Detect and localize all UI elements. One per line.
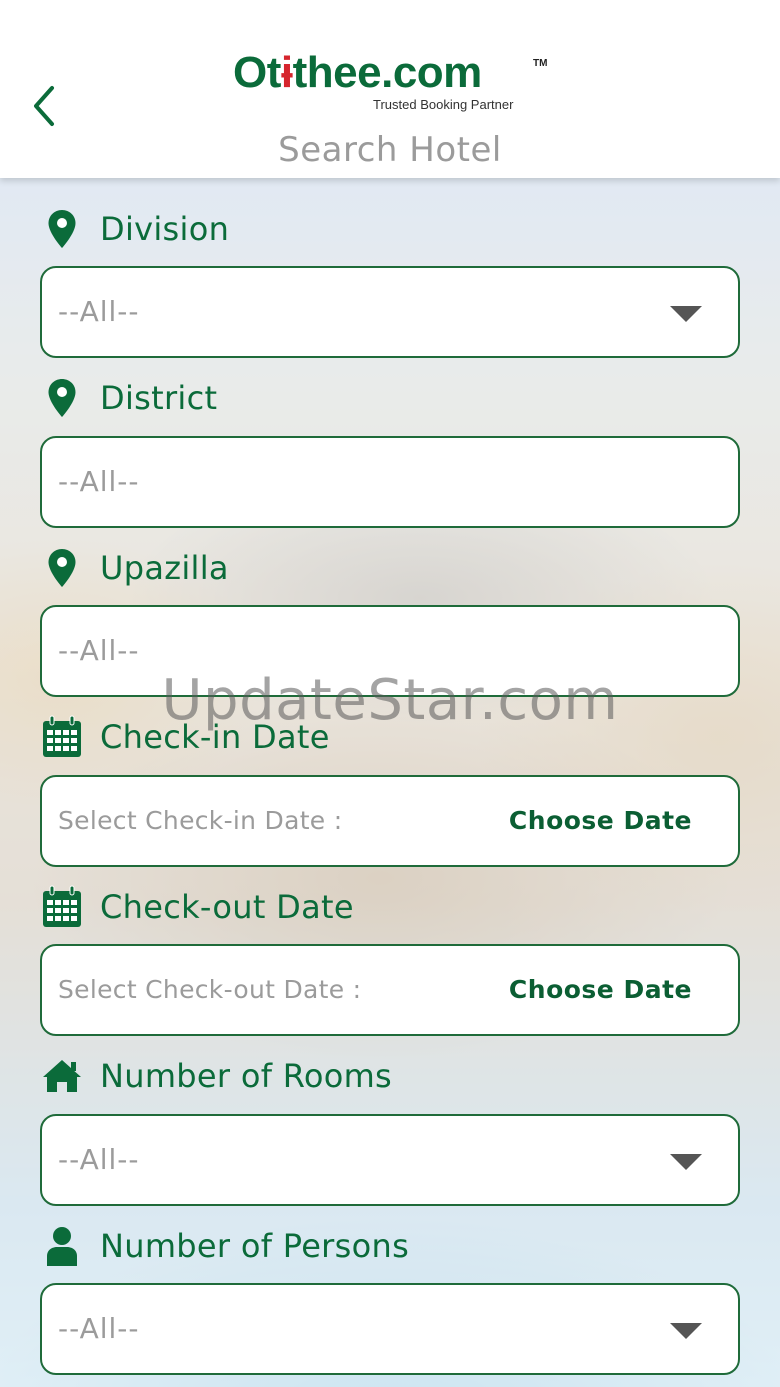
division-label-row: Division (40, 203, 229, 255)
watermark-text: UpdateStar.com (161, 668, 619, 733)
persons-select[interactable]: --All-- (40, 1283, 740, 1375)
chevron-left-icon (34, 86, 54, 126)
calendar-icon (40, 885, 84, 929)
rooms-select[interactable]: --All-- (40, 1114, 740, 1206)
checkout-choose-date-button[interactable]: Choose Date (509, 946, 692, 1034)
rooms-label: Number of Rooms (100, 1057, 393, 1095)
page-title: Search Hotel (278, 130, 502, 170)
chevron-down-icon (670, 1323, 702, 1339)
back-button[interactable] (22, 80, 66, 132)
division-label: Division (100, 210, 230, 248)
rooms-value: --All-- (58, 1143, 140, 1176)
division-value: --All-- (58, 295, 140, 328)
district-value: --All-- (58, 465, 140, 498)
division-select[interactable]: --All-- (40, 266, 740, 358)
logo-figure: ɨ (280, 48, 293, 97)
location-pin-icon (40, 207, 84, 251)
persons-value: --All-- (58, 1312, 140, 1345)
location-pin-icon (40, 546, 84, 590)
checkin-choose-date-button[interactable]: Choose Date (509, 777, 692, 865)
persons-label-row: Number of Persons (40, 1220, 409, 1272)
person-icon (40, 1224, 84, 1268)
upazilla-label-row: Upazilla (40, 542, 229, 594)
district-label-row: District (40, 372, 217, 424)
logo-trademark: TM (533, 58, 548, 69)
app-header: Otɨthee.com TM Trusted Booking Partner S… (0, 0, 780, 178)
checkout-label: Check-out Date (100, 888, 354, 926)
search-hotel-form: Division --All-- District --All-- Upazil… (0, 178, 780, 1387)
logo-tagline: Trusted Booking Partner (373, 97, 514, 112)
logo-wordmark: Otɨthee.com (233, 48, 482, 97)
district-select[interactable]: --All-- (40, 436, 740, 528)
checkout-date-field[interactable]: Select Check-out Date : Choose Date (40, 944, 740, 1036)
persons-label: Number of Persons (100, 1227, 410, 1265)
checkout-hint: Select Check-out Date : (58, 975, 362, 1004)
checkout-label-row: Check-out Date (40, 881, 354, 933)
chevron-down-icon (670, 306, 702, 322)
location-pin-icon (40, 376, 84, 420)
home-icon (40, 1054, 84, 1098)
district-label: District (100, 379, 218, 417)
otithee-logo: Otɨthee.com TM Trusted Booking Partner (233, 48, 553, 118)
checkin-hint: Select Check-in Date : (58, 806, 343, 835)
chevron-down-icon (670, 1154, 702, 1170)
rooms-label-row: Number of Rooms (40, 1050, 392, 1102)
upazilla-label: Upazilla (100, 549, 229, 587)
checkin-date-field[interactable]: Select Check-in Date : Choose Date (40, 775, 740, 867)
